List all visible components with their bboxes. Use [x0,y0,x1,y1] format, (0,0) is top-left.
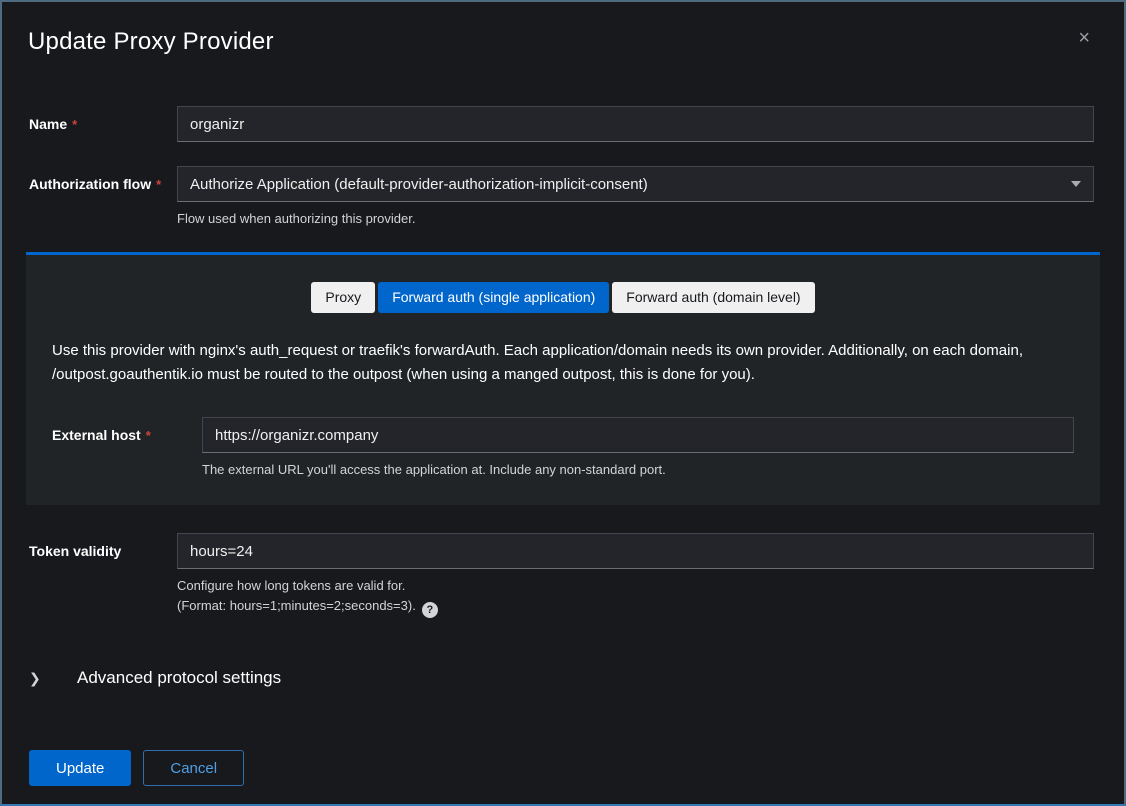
external-host-input[interactable] [202,417,1074,453]
tab-forward-auth-domain[interactable]: Forward auth (domain level) [612,282,814,313]
authorization-flow-select[interactable]: Authorize Application (default-provider-… [177,166,1094,202]
close-icon[interactable]: × [1078,28,1090,48]
proxy-mode-card: Proxy Forward auth (single application) … [26,252,1100,505]
forward-auth-description: Use this provider with nginx's auth_requ… [50,339,1076,387]
token-validity-control: Configure how long tokens are valid for.… [177,533,1094,618]
authorization-flow-label: Authorization flow * [29,166,177,192]
caret-down-icon [1071,181,1081,187]
authorization-flow-selected-value: Authorize Application (default-provider-… [190,176,648,193]
token-validity-input[interactable] [177,533,1094,569]
form-row-authorization-flow: Authorization flow * Authorize Applicatio… [2,166,1124,228]
external-host-label: External host * [52,417,202,443]
token-validity-format-text: (Format: hours=1;minutes=2;seconds=3). [177,598,416,613]
token-validity-label-text: Token validity [29,543,121,559]
advanced-protocol-settings-label: Advanced protocol settings [77,668,281,688]
authorization-flow-help: Flow used when authorizing this provider… [177,210,1094,228]
token-validity-help-line1: Configure how long tokens are valid for. [177,577,1094,595]
page-title: Update Proxy Provider [28,28,1094,56]
form-row-external-host: External host * The external URL you'll a… [50,417,1076,479]
name-control [177,106,1094,142]
name-label-text: Name [29,116,67,132]
token-validity-help-line2: (Format: hours=1;minutes=2;seconds=3).? [177,597,1094,618]
provider-form: Name * Authorization flow * Authorize Appl… [2,106,1124,786]
name-input[interactable] [177,106,1094,142]
authorization-flow-control: Authorize Application (default-provider-… [177,166,1094,228]
external-host-control: The external URL you'll access the appli… [202,417,1074,479]
required-asterisk: * [156,177,161,192]
tab-forward-auth-single[interactable]: Forward auth (single application) [378,282,609,313]
update-button[interactable]: Update [29,750,131,786]
required-asterisk: * [72,117,77,132]
proxy-mode-toggle-group: Proxy Forward auth (single application) … [50,282,1076,313]
tab-proxy[interactable]: Proxy [311,282,375,313]
authorization-flow-label-text: Authorization flow [29,176,151,192]
form-row-name: Name * [2,106,1124,142]
external-host-label-text: External host [52,427,141,443]
name-label: Name * [29,106,177,132]
cancel-button[interactable]: Cancel [143,750,244,786]
modal-header: Update Proxy Provider × [2,2,1124,56]
chevron-right-icon: ❯ [29,670,59,687]
required-asterisk: * [146,428,151,443]
advanced-protocol-settings-toggle[interactable]: ❯ Advanced protocol settings [29,668,1097,688]
update-proxy-provider-modal: Update Proxy Provider × Name * Authorizat… [0,0,1126,806]
modal-footer: Update Cancel [29,750,1097,786]
help-circle-icon[interactable]: ? [422,602,438,618]
token-validity-label: Token validity [29,533,177,559]
form-row-token-validity: Token validity Configure how long tokens… [2,533,1124,618]
external-host-help: The external URL you'll access the appli… [202,461,1074,479]
